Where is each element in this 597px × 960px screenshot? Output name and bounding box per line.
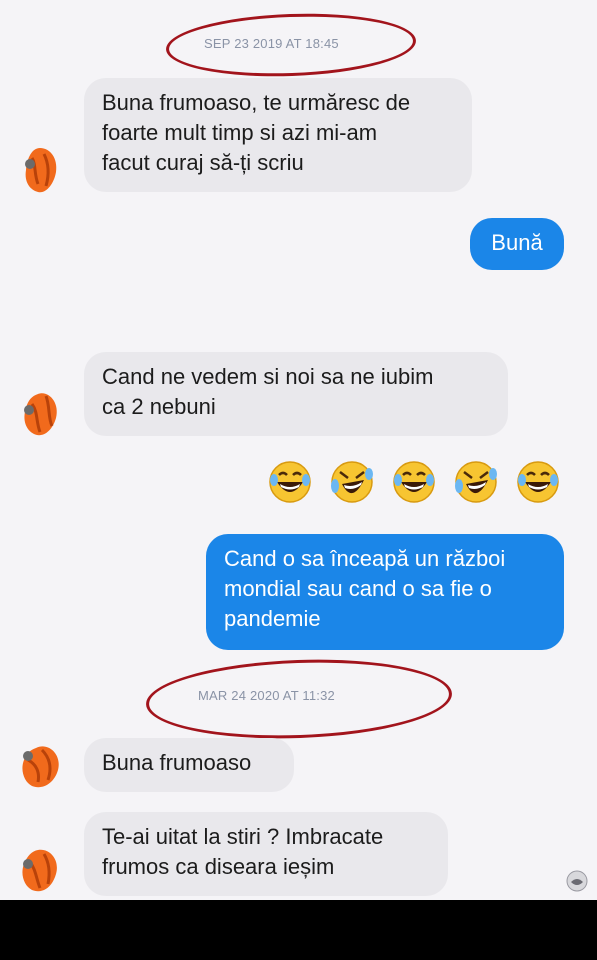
laughing-emoji-icon <box>269 461 311 503</box>
message-line: pandemie <box>224 606 321 631</box>
message-line: foarte mult timp si azi mi-am <box>102 120 378 145</box>
chat-thread: SEP 23 2019 AT 18:45 Buna frumoaso, te u… <box>0 0 597 900</box>
avatar-icon[interactable] <box>18 740 62 792</box>
avatar-icon[interactable] <box>18 388 62 440</box>
timestamp: MAR 24 2020 AT 11:32 <box>198 688 335 703</box>
laughing-emoji-icon <box>517 461 559 503</box>
tears-of-joy-emoji-icon <box>455 461 497 503</box>
avatar-icon[interactable] <box>18 844 62 896</box>
message-bubble[interactable]: Te-ai uitat la stiri ? Imbracate frumos … <box>84 812 448 896</box>
message-bubble[interactable]: Cand o sa înceapă un război mondial sau … <box>206 534 564 650</box>
message-line: Buna frumoaso <box>102 750 252 775</box>
message-line: Cand o sa înceapă un război <box>224 546 506 571</box>
message-bubble[interactable]: Buna frumoaso, te urmăresc de foarte mul… <box>84 78 472 192</box>
laughing-emoji-icon <box>393 461 435 503</box>
message-line: Bună <box>491 230 543 255</box>
message-bubble[interactable]: Bună <box>470 218 564 270</box>
message-bubble[interactable]: Buna frumoaso <box>84 738 294 792</box>
bottom-black-bar <box>0 900 597 960</box>
message-line: Te-ai uitat la stiri ? Imbracate <box>102 824 384 849</box>
message-line: facut curaj să-ți scriu <box>102 150 304 175</box>
timestamp: SEP 23 2019 AT 18:45 <box>204 36 339 51</box>
message-line: frumos ca diseara ieșim <box>102 854 335 879</box>
message-line: mondial sau cand o sa fie o <box>224 576 492 601</box>
seen-avatar-icon <box>566 870 588 892</box>
message-line: Buna frumoaso, te urmăresc de <box>102 90 411 115</box>
avatar-icon[interactable] <box>18 144 62 196</box>
message-bubble[interactable]: Cand ne vedem si noi sa ne iubim ca 2 ne… <box>84 352 508 436</box>
message-line: Cand ne vedem si noi sa ne iubim <box>102 364 434 389</box>
tears-of-joy-emoji-icon <box>331 461 373 503</box>
message-line: ca 2 nebuni <box>102 394 216 419</box>
